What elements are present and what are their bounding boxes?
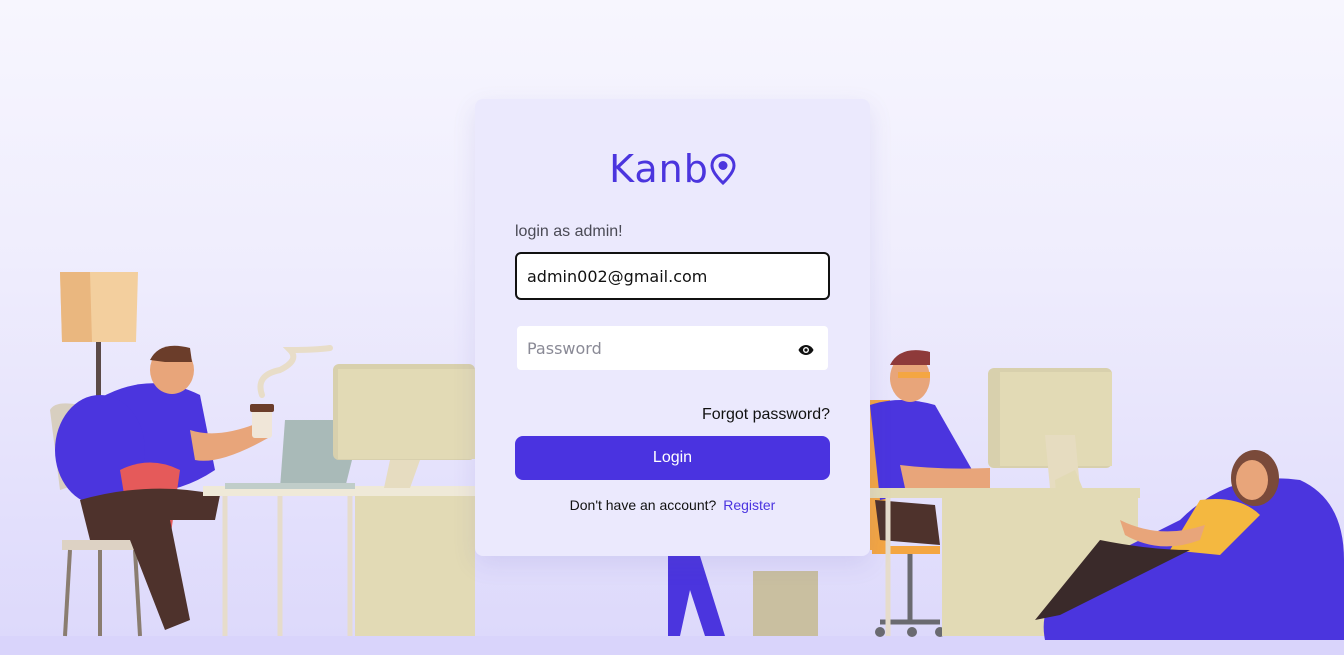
eye-icon[interactable] bbox=[798, 344, 814, 356]
brand-logo: Kanb bbox=[475, 147, 870, 191]
login-button[interactable]: Login bbox=[515, 436, 830, 480]
password-field[interactable] bbox=[517, 326, 787, 370]
left-desk-illustration bbox=[203, 364, 475, 636]
no-account-text: Don't have an account? bbox=[569, 497, 717, 513]
forgot-password-link[interactable]: Forgot password? bbox=[702, 406, 830, 424]
password-field-wrapper bbox=[517, 326, 828, 370]
beanbag-person-illustration bbox=[1030, 450, 1344, 640]
map-pin-icon bbox=[710, 153, 736, 185]
login-heading: login as admin! bbox=[515, 223, 623, 240]
login-card: Kanb login as admin! Forgot password? Lo… bbox=[475, 99, 870, 556]
email-field[interactable] bbox=[515, 252, 830, 300]
center-person-illustration bbox=[668, 556, 818, 636]
brand-name: Kanb bbox=[609, 147, 709, 191]
register-prompt: Don't have an account? Register bbox=[475, 497, 870, 513]
register-link[interactable]: Register bbox=[723, 497, 775, 513]
